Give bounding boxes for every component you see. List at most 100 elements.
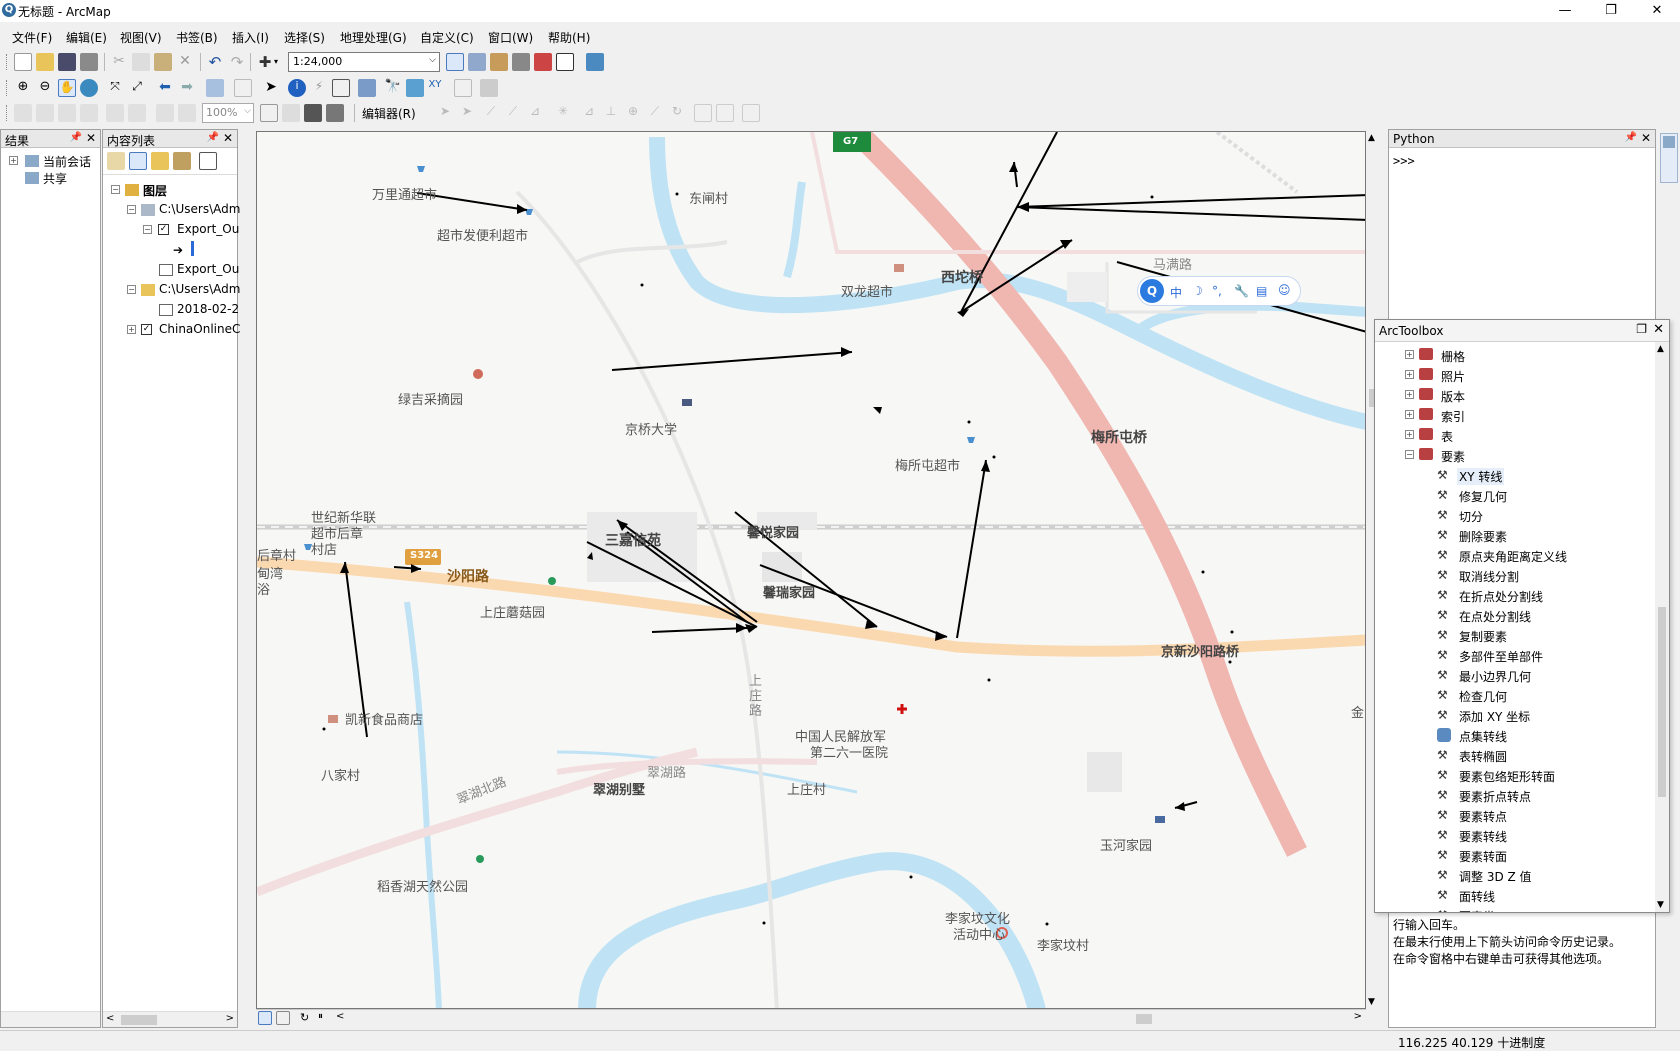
- hyperlink-icon[interactable]: ⚡: [310, 79, 328, 97]
- moon-icon[interactable]: ☽: [1192, 284, 1203, 298]
- map-horizontal-scrollbar[interactable]: ↻ ⏸ < >: [256, 1009, 1366, 1027]
- layout-forward-icon[interactable]: [178, 104, 196, 122]
- search-window-icon[interactable]: [512, 53, 530, 71]
- identify-icon[interactable]: i: [288, 79, 306, 97]
- toc-item[interactable]: ChinaOnlineC: [159, 322, 240, 336]
- data-driven-pages-icon[interactable]: [326, 104, 344, 122]
- tool-row[interactable]: ⚒ 要素转点: [1375, 805, 1645, 825]
- expand-icon[interactable]: +: [9, 156, 18, 165]
- toolset-row[interactable]: + 索引: [1375, 405, 1645, 425]
- punctuation-icon[interactable]: °,: [1212, 284, 1222, 298]
- attributes-icon[interactable]: [694, 104, 712, 122]
- close-icon[interactable]: ✕: [86, 131, 96, 145]
- toc-layers-root[interactable]: 图层: [143, 182, 167, 199]
- list-by-selection-icon[interactable]: [173, 152, 191, 170]
- menu-insert[interactable]: 插入(I): [232, 29, 269, 46]
- trace-icon[interactable]: ⊿: [526, 104, 544, 122]
- scroll-left-icon[interactable]: <: [336, 1011, 344, 1022]
- tool-row[interactable]: ⚒ 要素包络矩形转面: [1375, 765, 1645, 785]
- point-icon[interactable]: ✳: [554, 104, 572, 122]
- expand-icon[interactable]: +: [1405, 410, 1414, 419]
- sketch-properties-icon[interactable]: [716, 104, 734, 122]
- list-by-visibility-icon[interactable]: [151, 152, 169, 170]
- tool-row[interactable]: ⚒ 切分: [1375, 505, 1645, 525]
- toc-item[interactable]: Export_Ou: [177, 222, 239, 236]
- menu-bookmarks[interactable]: 书签(B): [176, 29, 218, 46]
- expand-icon[interactable]: +: [1405, 370, 1414, 379]
- pin-icon[interactable]: 📌: [70, 132, 82, 143]
- layout-fixed-zoomout-icon[interactable]: [128, 104, 146, 122]
- tool-row[interactable]: ⚒ 多部件至单部件: [1375, 645, 1645, 665]
- options-icon[interactable]: [199, 152, 217, 170]
- close-button[interactable]: ✕: [1634, 0, 1680, 22]
- pan-icon[interactable]: ✋: [58, 79, 76, 97]
- menu-file[interactable]: 文件(F): [12, 29, 52, 46]
- layout-fixed-zoom-icon[interactable]: [106, 104, 124, 122]
- tool-row[interactable]: ⚒ 要素折点转点: [1375, 785, 1645, 805]
- modelbuilder-icon[interactable]: [586, 53, 604, 71]
- select-elements-icon[interactable]: ➤: [262, 79, 280, 97]
- expand-icon[interactable]: +: [1405, 430, 1414, 439]
- menu-geoprocessing[interactable]: 地理处理(G): [340, 29, 407, 46]
- undo-icon[interactable]: ↶: [206, 53, 224, 71]
- find-route-icon[interactable]: [406, 79, 424, 97]
- data-view-icon[interactable]: [258, 1011, 272, 1025]
- close-icon[interactable]: ✕: [223, 131, 233, 145]
- tool-row[interactable]: ⚒ 表转椭圆: [1375, 745, 1645, 765]
- edit-tool-icon[interactable]: ➤: [436, 104, 454, 122]
- zoom-whole-page-icon[interactable]: [80, 104, 98, 122]
- list-by-drawing-order-icon[interactable]: [107, 152, 125, 170]
- create-viewer-icon[interactable]: [480, 79, 498, 97]
- zoom-percent-dropdown[interactable]: 100% ⌵: [202, 103, 254, 123]
- clipboard-icon[interactable]: ▤: [1256, 284, 1267, 298]
- html-popup-icon[interactable]: [332, 79, 350, 97]
- tool-row[interactable]: ⚒ 调整 3D Z 值: [1375, 865, 1645, 885]
- toc-item[interactable]: C:\Users\Adm: [159, 282, 240, 296]
- toolset-row[interactable]: + 栅格: [1375, 345, 1645, 365]
- minimize-button[interactable]: —: [1542, 0, 1588, 22]
- collapse-icon[interactable]: −: [1405, 450, 1414, 459]
- toolset-row[interactable]: + 照片: [1375, 365, 1645, 385]
- menu-window[interactable]: 窗口(W): [488, 29, 533, 46]
- menu-customize[interactable]: 自定义(C): [420, 29, 474, 46]
- select-features-icon[interactable]: [206, 79, 224, 97]
- expand-icon[interactable]: +: [127, 325, 136, 334]
- maximize-icon[interactable]: ❐: [1636, 322, 1647, 336]
- menu-view[interactable]: 视图(V): [120, 29, 162, 46]
- measure-icon[interactable]: [358, 79, 376, 97]
- toc-item[interactable]: C:\Users\Adm: [159, 202, 240, 216]
- forward-icon[interactable]: ➡: [178, 79, 196, 97]
- zoom-out-icon[interactable]: ⊖: [36, 79, 54, 97]
- editor-menu[interactable]: 编辑器(R): [362, 105, 416, 122]
- zoom-in-icon[interactable]: ⊕: [14, 79, 32, 97]
- rotate-icon[interactable]: ↻: [668, 104, 686, 122]
- cut-icon[interactable]: ✂: [110, 53, 128, 71]
- list-by-source-icon[interactable]: [129, 152, 147, 170]
- edit-annotation-icon[interactable]: ➤: [458, 104, 476, 122]
- tool-row[interactable]: ⚒ 要素类: [1375, 905, 1645, 912]
- toolset-row[interactable]: − 要素: [1375, 445, 1645, 465]
- results-shared[interactable]: 共享: [43, 170, 67, 187]
- paste-icon[interactable]: [154, 53, 172, 71]
- python-prompt[interactable]: >>>: [1393, 154, 1415, 168]
- tool-row[interactable]: ⚒ 检查几何: [1375, 685, 1645, 705]
- toc-item[interactable]: 2018-02-2: [177, 302, 239, 316]
- fixed-zoom-in-icon[interactable]: ⤧: [106, 79, 124, 97]
- cut-polygons-icon[interactable]: ⊕: [624, 104, 642, 122]
- collapse-icon[interactable]: −: [143, 225, 152, 234]
- find-icon[interactable]: 🔭: [384, 79, 402, 97]
- layout-zoom-out-icon[interactable]: [36, 104, 54, 122]
- tool-row[interactable]: ⚒ 修复几何: [1375, 485, 1645, 505]
- tool-row[interactable]: ⚒ 在折点处分割线: [1375, 585, 1645, 605]
- toolset-row[interactable]: + 表: [1375, 425, 1645, 445]
- layout-zoom-in-icon[interactable]: [14, 104, 32, 122]
- tool-row[interactable]: ⚒ XY 转线: [1375, 465, 1645, 485]
- redo-icon[interactable]: ↷: [228, 53, 246, 71]
- tool-row[interactable]: ⚒ 最小边界几何: [1375, 665, 1645, 685]
- tool-row[interactable]: ⚒ 复制要素: [1375, 625, 1645, 645]
- ime-toolbar[interactable]: Q 中 ☽ °, 🔧 ▤ ☺: [1137, 276, 1301, 306]
- toc-scrollbar[interactable]: < >: [103, 1011, 237, 1027]
- catalog-icon[interactable]: [490, 53, 508, 71]
- emoji-icon[interactable]: ☺: [1278, 283, 1291, 297]
- wrench-icon[interactable]: 🔧: [1234, 284, 1249, 298]
